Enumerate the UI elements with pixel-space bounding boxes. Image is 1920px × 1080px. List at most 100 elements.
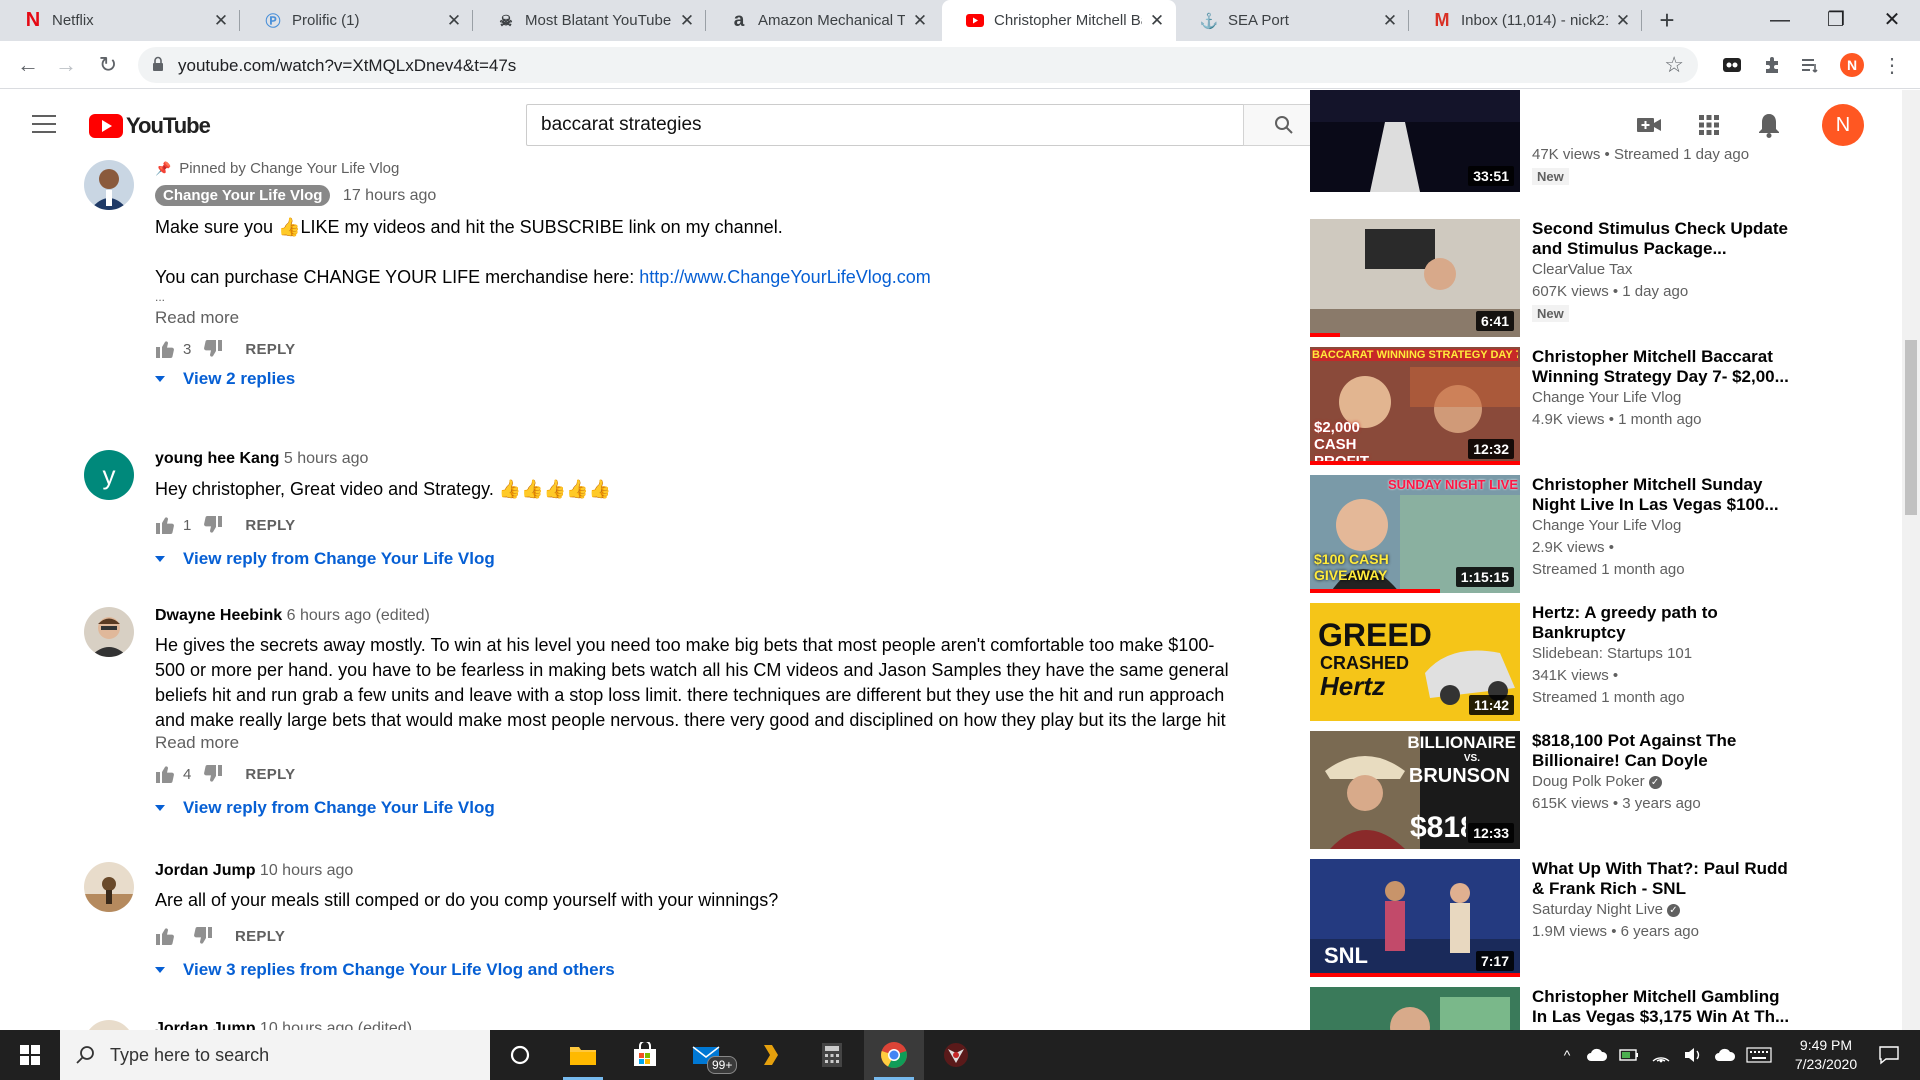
youtube-logo[interactable]: YouTube xyxy=(89,113,211,139)
onedrive-icon[interactable] xyxy=(1582,1030,1612,1080)
video-channel[interactable]: Slidebean: Startups 101 xyxy=(1532,643,1792,665)
extension-icon[interactable] xyxy=(1720,53,1744,77)
related-video-item[interactable]: BACCARAT WINNING STRATEGY DAY 7 $2,000 C… xyxy=(1310,347,1890,467)
comment-time[interactable]: 6 hours ago (edited) xyxy=(287,607,430,624)
like-icon[interactable] xyxy=(155,339,175,359)
taskbar-search[interactable]: Type here to search xyxy=(60,1030,490,1080)
reply-button[interactable]: REPLY xyxy=(245,766,295,783)
comment-author[interactable]: Jordan Jump xyxy=(155,1020,255,1030)
comment-time[interactable]: 10 hours ago xyxy=(260,862,353,879)
close-tab-icon[interactable]: ✕ xyxy=(1148,11,1166,31)
taskbar-clock[interactable]: 9:49 PM 7/23/2020 xyxy=(1776,1036,1876,1074)
calculator-icon[interactable] xyxy=(802,1030,862,1080)
chrome-menu-icon[interactable]: ⋮ xyxy=(1880,53,1904,77)
tab-prolific[interactable]: Ⓟ Prolific (1) ✕ xyxy=(240,0,473,41)
video-channel[interactable]: ClearValue Tax xyxy=(1532,259,1792,281)
creator-author-chip[interactable]: Change Your Life Vlog xyxy=(155,185,331,206)
close-tab-icon[interactable]: ✕ xyxy=(1614,11,1632,31)
video-title[interactable]: Christopher Mitchell Sunday Night Live I… xyxy=(1532,475,1792,515)
read-more-button[interactable]: Read more xyxy=(155,733,1245,753)
comment-time[interactable]: 5 hours ago xyxy=(284,450,369,467)
extensions-puzzle-icon[interactable] xyxy=(1760,53,1784,77)
comment-author[interactable]: young hee Kang xyxy=(155,450,279,467)
tab-sea-port[interactable]: ⚓ SEA Port ✕ xyxy=(1176,0,1409,41)
forward-button[interactable]: → xyxy=(52,51,80,79)
app-icon[interactable] xyxy=(926,1030,986,1080)
related-video-item[interactable]: 33:51 47K views • Streamed 1 day ago New xyxy=(1310,90,1890,192)
volume-icon[interactable] xyxy=(1678,1030,1708,1080)
reload-button[interactable]: ↻ xyxy=(94,51,122,79)
video-channel[interactable]: Saturday Night Live ✓ xyxy=(1532,899,1792,921)
comment-author[interactable]: Dwayne Heebink xyxy=(155,607,282,624)
like-icon[interactable] xyxy=(155,764,175,784)
cloud-sync-icon[interactable] xyxy=(1710,1030,1740,1080)
tab-netflix[interactable]: N Netflix ✕ xyxy=(0,0,240,41)
close-tab-icon[interactable]: ✕ xyxy=(911,11,929,31)
video-channel[interactable]: Change Your Life Vlog xyxy=(1532,515,1792,537)
video-thumbnail[interactable]: BACCARAT WINNING STRATEGY DAY 7 $2,000 C… xyxy=(1310,347,1520,465)
comment-author[interactable]: Jordan Jump xyxy=(155,862,255,879)
related-video-item[interactable]: 6:41 Second Stimulus Check Update and St… xyxy=(1310,219,1890,339)
video-thumbnail[interactable]: SNL 7:17 xyxy=(1310,859,1520,977)
video-title[interactable]: Hertz: A greedy path to Bankruptcy xyxy=(1532,603,1792,643)
avatar[interactable]: y xyxy=(84,450,134,500)
video-thumbnail[interactable]: BILLIONAIRE VS. BRUNSON $818,100 12:33 xyxy=(1310,731,1520,849)
video-thumbnail[interactable] xyxy=(1310,987,1520,1030)
close-tab-icon[interactable]: ✕ xyxy=(678,11,696,31)
tab-youtube-active[interactable]: Christopher Mitchell Ba ✕ xyxy=(942,0,1176,41)
notification-center-icon[interactable] xyxy=(1864,1030,1914,1080)
view-replies-button[interactable]: View 3 replies from Change Your Life Vlo… xyxy=(155,955,1245,985)
close-tab-icon[interactable]: ✕ xyxy=(445,11,463,31)
file-explorer-icon[interactable] xyxy=(553,1030,613,1080)
bookmark-star-icon[interactable]: ☆ xyxy=(1664,52,1684,78)
close-window-button[interactable]: ✕ xyxy=(1864,0,1920,41)
tab-blatant-youtube[interactable]: ☠ Most Blatant YouTube S ✕ xyxy=(473,0,706,41)
video-thumbnail[interactable]: GREED CRASHED Hertz 11:42 xyxy=(1310,603,1520,721)
video-thumbnail[interactable]: SUNDAY NIGHT LIVE $100 CASH GIVEAWAY 1:1… xyxy=(1310,475,1520,593)
scrollbar-thumb[interactable] xyxy=(1905,340,1917,515)
search-input[interactable]: baccarat strategies xyxy=(526,104,1244,146)
dislike-icon[interactable] xyxy=(203,515,223,535)
menu-icon[interactable] xyxy=(32,115,56,133)
related-video-item[interactable]: Christopher Mitchell Gambling In Las Veg… xyxy=(1310,987,1890,1030)
chrome-icon[interactable] xyxy=(864,1030,924,1080)
related-video-item[interactable]: SNL 7:17 What Up With That?: Paul Rudd &… xyxy=(1310,859,1890,979)
reply-button[interactable]: REPLY xyxy=(245,517,295,534)
cortana-icon[interactable] xyxy=(490,1030,550,1080)
page-scrollbar[interactable] xyxy=(1902,90,1920,1030)
like-icon[interactable] xyxy=(155,515,175,535)
dislike-icon[interactable] xyxy=(203,764,223,784)
minimize-button[interactable]: — xyxy=(1752,0,1808,41)
like-icon[interactable] xyxy=(155,926,175,946)
video-channel[interactable]: Doug Polk Poker ✓ xyxy=(1532,771,1792,793)
video-title[interactable]: What Up With That?: Paul Rudd & Frank Ri… xyxy=(1532,859,1792,899)
related-video-item[interactable]: SUNDAY NIGHT LIVE $100 CASH GIVEAWAY 1:1… xyxy=(1310,475,1890,595)
avatar[interactable] xyxy=(84,862,134,912)
new-tab-button[interactable]: + xyxy=(1652,6,1682,36)
address-bar[interactable]: youtube.com/watch?v=XtMQLxDnev4&t=47s ☆ xyxy=(138,47,1698,83)
avatar[interactable] xyxy=(84,160,134,210)
view-replies-button[interactable]: View 2 replies xyxy=(155,364,1245,394)
profile-avatar[interactable]: N xyxy=(1840,53,1864,77)
related-video-item[interactable]: BILLIONAIRE VS. BRUNSON $818,100 12:33 $… xyxy=(1310,731,1890,851)
view-replies-button[interactable]: View reply from Change Your Life Vlog xyxy=(155,793,1245,823)
video-channel[interactable]: Change Your Life Vlog xyxy=(1532,387,1792,409)
back-button[interactable]: ← xyxy=(14,51,42,79)
dislike-icon[interactable] xyxy=(203,339,223,359)
video-title[interactable]: Second Stimulus Check Update and Stimulu… xyxy=(1532,219,1792,259)
reply-button[interactable]: REPLY xyxy=(245,341,295,358)
comment-time[interactable]: 10 hours ago (edited) xyxy=(260,1020,412,1030)
video-title[interactable]: Christopher Mitchell Gambling In Las Veg… xyxy=(1532,987,1792,1027)
merch-link[interactable]: http://www.ChangeYourLifeVlog.com xyxy=(639,267,931,287)
dislike-icon[interactable] xyxy=(193,926,213,946)
mail-icon[interactable]: 99+ xyxy=(677,1030,738,1080)
keyboard-icon[interactable] xyxy=(1742,1030,1776,1080)
battery-icon[interactable] xyxy=(1614,1030,1644,1080)
tab-amazon-mturk[interactable]: a Amazon Mechanical Tu ✕ xyxy=(706,0,939,41)
microsoft-store-icon[interactable] xyxy=(615,1030,675,1080)
video-title[interactable]: Christopher Mitchell Baccarat Winning St… xyxy=(1532,347,1792,387)
show-hidden-icons-icon[interactable]: ^ xyxy=(1554,1030,1580,1080)
plex-icon[interactable] xyxy=(740,1030,800,1080)
maximize-button[interactable]: ❐ xyxy=(1808,0,1864,41)
comment-time[interactable]: 17 hours ago xyxy=(343,187,436,204)
